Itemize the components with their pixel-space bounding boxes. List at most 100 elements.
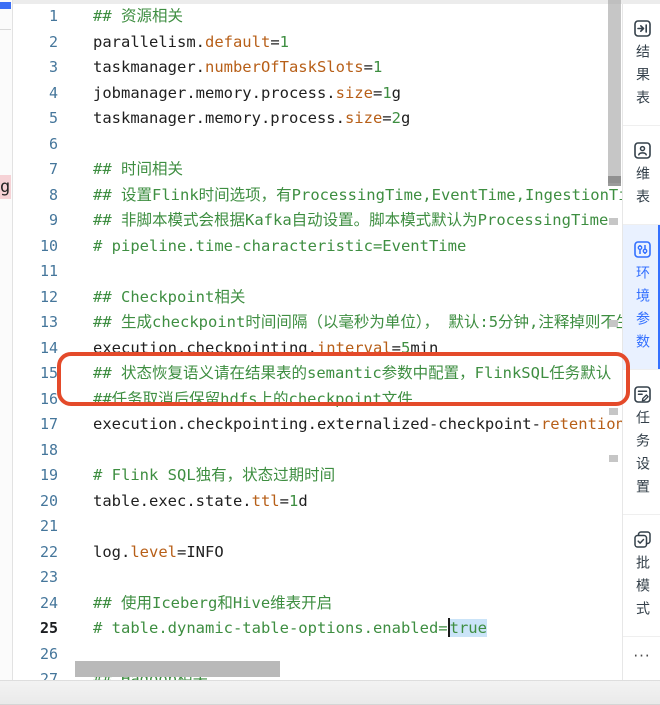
code-line[interactable]: 2parallelism.default=1 — [12, 30, 622, 56]
code-line[interactable]: 1## 资源相关 — [12, 4, 622, 30]
line-number: 8 — [12, 183, 58, 209]
env-params-icon — [632, 239, 653, 260]
scrollbar-thumb-end — [608, 176, 621, 186]
line-number: 11 — [12, 259, 58, 285]
code-line[interactable]: 21 — [12, 514, 622, 540]
line-number: 13 — [12, 310, 58, 336]
line-number: 3 — [12, 55, 58, 81]
code-line-text: ## Checkpoint相关 — [58, 285, 622, 311]
code-line[interactable]: 17execution.checkpointing.externalized-c… — [12, 412, 622, 438]
code-line[interactable]: 16##任务取消后保留hdfs上的checkpoint文件 — [12, 387, 622, 413]
code-line-text: ##任务取消后保留hdfs上的checkpoint文件 — [58, 387, 622, 413]
code-line[interactable]: 8## 设置Flink时间选项，有ProcessingTime,EventTim… — [12, 183, 622, 209]
line-number: 4 — [12, 81, 58, 107]
code-line[interactable]: 5taskmanager.memory.process.size=2g — [12, 106, 622, 132]
overview-ruler-mark — [609, 408, 618, 415]
overview-ruler-mark — [609, 320, 618, 327]
line-number: 18 — [12, 438, 58, 464]
code-line[interactable]: 7## 时间相关 — [12, 157, 622, 183]
code-line-text: # table.dynamic-table-options.enabled=tr… — [58, 616, 622, 642]
line-number: 22 — [12, 540, 58, 566]
sidebar-item-result-table[interactable]: 结果表 — [623, 4, 660, 126]
code-line[interactable]: 14execution.checkpointing.interval=5min — [12, 336, 622, 362]
diff-fragment: g — [0, 175, 11, 199]
code-line-text: ## 设置Flink时间选项，有ProcessingTime,EventTime… — [58, 183, 622, 209]
code-line[interactable]: 12## Checkpoint相关 — [12, 285, 622, 311]
line-number: 12 — [12, 285, 58, 311]
line-number: 7 — [12, 157, 58, 183]
sidebar-item-batch-mode[interactable]: 批模式 — [623, 515, 660, 637]
code-line-text: # pipeline.time-characteristic=EventTime — [58, 234, 622, 260]
line-number: 17 — [12, 412, 58, 438]
code-line[interactable]: 3taskmanager.numberOfTaskSlots=1 — [12, 55, 622, 81]
code-line-text — [58, 514, 622, 540]
line-number: 25 — [12, 616, 58, 642]
left-pane-divider — [0, 29, 11, 30]
code-line-text: # Flink SQL独有，状态过期时间 — [58, 463, 622, 489]
line-number: 14 — [12, 336, 58, 362]
line-number: 15 — [12, 361, 58, 387]
sidebar-item-label: 任务设置 — [633, 410, 651, 502]
sidebar-item-task-settings[interactable]: 任务设置 — [623, 370, 660, 515]
code-line-text: ## 非脚本模式会根据Kafka自动设置。脚本模式默认为ProcessingTi… — [58, 208, 622, 234]
code-line[interactable]: 24## 使用Iceberg和Hive维表开启 — [12, 591, 622, 617]
code-line[interactable]: 6 — [12, 132, 622, 158]
redaction-overlay — [75, 661, 280, 677]
sidebar-item-env-params[interactable]: 环境参数 — [623, 225, 660, 370]
code-line-text: execution.checkpointing.interval=5min — [58, 336, 622, 362]
overview-ruler-mark — [609, 218, 618, 225]
result-table-icon — [632, 18, 653, 39]
left-pane-edge: g — [0, 0, 13, 705]
line-number: 21 — [12, 514, 58, 540]
code-line-text: taskmanager.memory.process.size=2g — [58, 106, 622, 132]
line-number: 19 — [12, 463, 58, 489]
code-line[interactable]: 13## 生成checkpoint时间间隔（以毫秒为单位）， 默认:5分钟,注释… — [12, 310, 622, 336]
task-settings-icon — [632, 384, 653, 405]
code-editor[interactable]: 1## 资源相关2parallelism.default=13taskmanag… — [12, 4, 622, 705]
code-line-text: jobmanager.memory.process.size=1g — [58, 81, 622, 107]
code-line[interactable]: 15## 状态恢复语义请在结果表的semantic参数中配置，FlinkSQL任… — [12, 361, 622, 387]
code-line-text: ## 时间相关 — [58, 157, 622, 183]
sidebar-item-label: 维表 — [633, 166, 651, 212]
code-line-text — [58, 438, 622, 464]
line-number: 6 — [12, 132, 58, 158]
line-number: 2 — [12, 30, 58, 56]
code-line[interactable]: 4jobmanager.memory.process.size=1g — [12, 81, 622, 107]
right-tool-sidebar: 结果表维表环境参数任务设置批模式 ··· — [622, 4, 660, 680]
code-line[interactable]: 22log.level=INFO — [12, 540, 622, 566]
code-line-text: log.level=INFO — [58, 540, 622, 566]
code-line-text: table.exec.state.ttl=1d — [58, 489, 622, 515]
sidebar-item-label: 批模式 — [633, 555, 651, 624]
line-number: 23 — [12, 565, 58, 591]
code-line-text: taskmanager.numberOfTaskSlots=1 — [58, 55, 622, 81]
sidebar-item-label: 环境参数 — [633, 265, 651, 357]
code-line[interactable]: 20table.exec.state.ttl=1d — [12, 489, 622, 515]
code-line-text — [58, 132, 622, 158]
code-line[interactable]: 25# table.dynamic-table-options.enabled=… — [12, 616, 622, 642]
sidebar-item-dimension-table[interactable]: 维表 — [623, 126, 660, 225]
code-line[interactable]: 11 — [12, 259, 622, 285]
more-options-button[interactable]: ··· — [623, 647, 660, 665]
app-window: g 1## 资源相关2parallelism.default=13taskman… — [0, 0, 660, 705]
code-line-text: execution.checkpointing.externalized-che… — [58, 412, 622, 438]
code-line[interactable]: 19# Flink SQL独有，状态过期时间 — [12, 463, 622, 489]
dimension-table-icon — [632, 140, 653, 161]
line-number: 20 — [12, 489, 58, 515]
line-number: 16 — [12, 387, 58, 413]
code-line[interactable]: 23 — [12, 565, 622, 591]
line-number: 24 — [12, 591, 58, 617]
scrollbar-track[interactable] — [608, 0, 621, 680]
line-number: 26 — [12, 642, 58, 668]
code-line-text: ## 状态恢复语义请在结果表的semantic参数中配置，FlinkSQL任务默… — [58, 361, 622, 387]
code-line-text — [58, 565, 622, 591]
code-line[interactable]: 10# pipeline.time-characteristic=EventTi… — [12, 234, 622, 260]
code-line[interactable]: 18 — [12, 438, 622, 464]
scrollbar-thumb[interactable] — [608, 0, 621, 183]
code-line-text: ## 生成checkpoint时间间隔（以毫秒为单位）， 默认:5分钟,注释掉则… — [58, 310, 622, 336]
line-number: 10 — [12, 234, 58, 260]
batch-mode-icon — [632, 529, 653, 550]
code-line-text: ## 资源相关 — [58, 4, 622, 30]
sidebar-item-label: 结果表 — [633, 44, 651, 113]
line-number: 5 — [12, 106, 58, 132]
code-line[interactable]: 9## 非脚本模式会根据Kafka自动设置。脚本模式默认为ProcessingT… — [12, 208, 622, 234]
